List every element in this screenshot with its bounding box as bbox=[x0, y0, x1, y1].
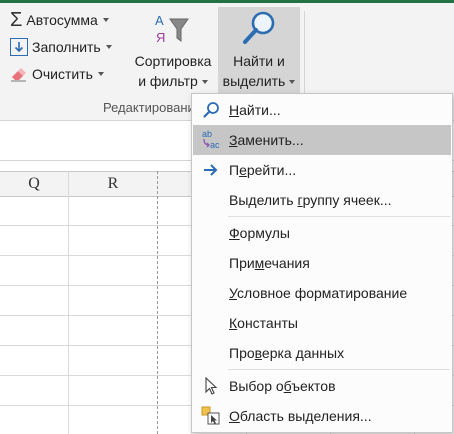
menu-item-icon-blank bbox=[197, 185, 225, 215]
sort-filter-label-2: и фильтр bbox=[138, 73, 198, 89]
find-select-menu: Найти... ab ac Заменить... Перейти... Выд… bbox=[191, 93, 453, 433]
menu-item-icon-blank bbox=[197, 308, 225, 338]
find-select-button[interactable]: Найти и выделить bbox=[218, 7, 300, 95]
fill-button[interactable]: Заполнить bbox=[10, 36, 112, 58]
chevron-down-icon bbox=[102, 18, 109, 22]
editing-group-label: Редактирование bbox=[103, 100, 203, 115]
menu-item-formulas[interactable]: Формулы bbox=[193, 218, 451, 248]
cursor-icon bbox=[197, 371, 225, 401]
menu-item-label: Примечания bbox=[229, 255, 310, 271]
menu-item-icon-blank bbox=[197, 218, 225, 248]
menu-separator bbox=[228, 369, 450, 370]
chevron-down-icon bbox=[97, 72, 104, 76]
menu-item-replace[interactable]: ab ac Заменить... bbox=[193, 125, 451, 155]
menu-item-goto[interactable]: Перейти... bbox=[193, 155, 451, 185]
page-break-line bbox=[157, 171, 158, 434]
menu-item-select-objects[interactable]: Выбор объектов bbox=[193, 371, 451, 401]
sigma-icon: Σ bbox=[10, 9, 23, 31]
find-select-label-2: выделить bbox=[222, 73, 286, 89]
search-icon bbox=[197, 95, 225, 125]
menu-item-label: Область выделения... bbox=[229, 408, 372, 424]
menu-item-label: Условное форматирование bbox=[229, 285, 408, 301]
svg-text:Я: Я bbox=[156, 30, 165, 45]
menu-item-data-validation[interactable]: Проверка данных bbox=[193, 338, 451, 368]
menu-item-comments[interactable]: Примечания bbox=[193, 248, 451, 278]
menu-separator bbox=[228, 216, 450, 217]
clear-label: Очистить bbox=[32, 66, 93, 82]
autosum-label: Автосумма bbox=[26, 12, 98, 28]
magnifier-icon bbox=[218, 7, 300, 51]
chevron-down-icon bbox=[201, 80, 208, 85]
svg-text:ac: ac bbox=[210, 140, 220, 150]
arrow-right-icon bbox=[197, 155, 225, 185]
menu-item-icon-blank bbox=[197, 338, 225, 368]
menu-item-label: Выбор объектов bbox=[229, 378, 336, 394]
eraser-icon bbox=[10, 66, 28, 82]
find-select-label-1: Найти и bbox=[233, 53, 285, 69]
menu-item-icon-blank bbox=[197, 248, 225, 278]
menu-item-label: Формулы bbox=[229, 225, 290, 241]
sort-filter-icon: А Я bbox=[128, 7, 218, 51]
grid-column-line bbox=[68, 171, 69, 434]
fill-down-icon bbox=[10, 38, 28, 56]
chevron-down-icon bbox=[105, 45, 112, 49]
menu-item-selection-pane[interactable]: Область выделения... bbox=[193, 401, 451, 431]
autosum-button[interactable]: Σ Автосумма bbox=[10, 9, 109, 31]
replace-icon: ab ac bbox=[197, 125, 225, 155]
menu-item-find[interactable]: Найти... bbox=[193, 95, 451, 125]
menu-item-label: Выделить группу ячеек... bbox=[229, 192, 392, 208]
menu-item-conditional-formatting[interactable]: Условное форматирование bbox=[193, 278, 451, 308]
menu-item-label: Перейти... bbox=[229, 162, 297, 178]
menu-item-goto-special[interactable]: Выделить группу ячеек... bbox=[193, 185, 451, 215]
menu-item-label: Проверка данных bbox=[229, 345, 345, 361]
chevron-down-icon bbox=[289, 80, 296, 85]
selection-pane-icon bbox=[197, 401, 225, 431]
sort-filter-label-1: Сортировка bbox=[134, 53, 212, 69]
column-header-q[interactable]: Q bbox=[0, 172, 68, 196]
fill-label: Заполнить bbox=[32, 39, 101, 55]
column-header-r[interactable]: R bbox=[69, 172, 157, 196]
clear-button[interactable]: Очистить bbox=[10, 63, 104, 85]
svg-text:А: А bbox=[155, 13, 164, 28]
menu-item-label: Найти... bbox=[229, 102, 281, 118]
menu-item-label: Заменить... bbox=[229, 132, 304, 148]
svg-text:ab: ab bbox=[202, 129, 212, 139]
menu-item-constants[interactable]: Константы bbox=[193, 308, 451, 338]
menu-item-icon-blank bbox=[197, 278, 225, 308]
sort-filter-button[interactable]: А Я Сортировка и фильтр bbox=[128, 7, 218, 95]
menu-item-label: Константы bbox=[229, 315, 298, 331]
